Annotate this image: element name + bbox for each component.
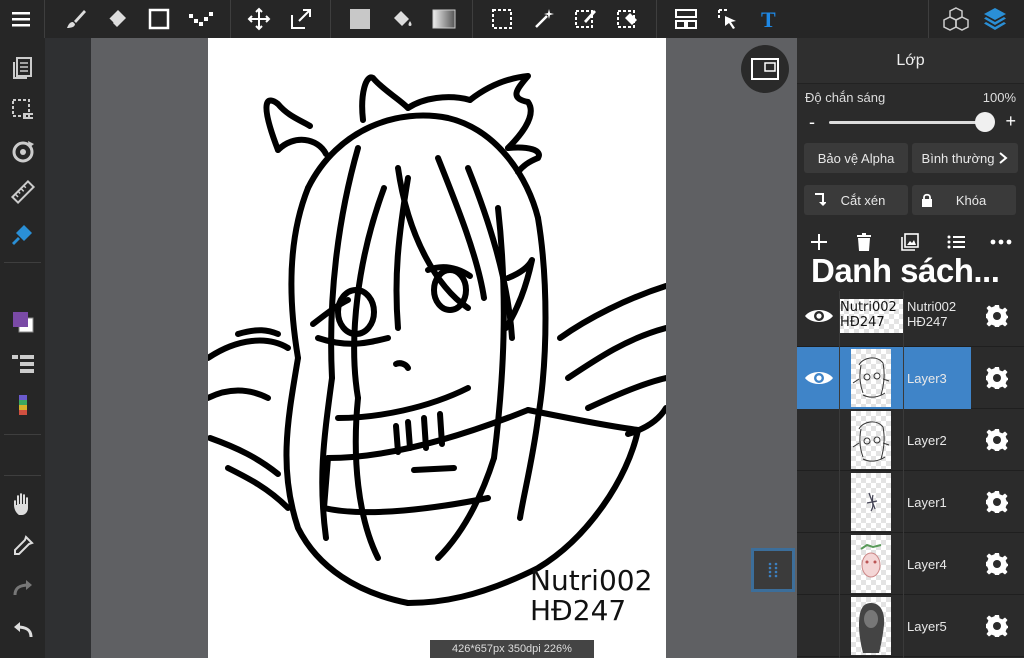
layer-panel: Lớp Độ chắn sáng 100% - + Bảo vệ Alpha B…: [797, 38, 1024, 658]
canvas-status-bar: 426*657px 350dpi 226%: [430, 640, 594, 658]
text-icon[interactable]: T: [751, 0, 789, 38]
opacity-slider-track[interactable]: [829, 121, 991, 124]
svg-text:T: T: [761, 7, 776, 31]
layer-thumbnail: [851, 473, 891, 531]
layout-icon[interactable]: [667, 0, 705, 38]
top-toolbar: T: [0, 0, 1024, 38]
eraser-icon[interactable]: [98, 0, 136, 38]
layer-thumbnail: Nutri002 HĐ247: [839, 299, 903, 333]
layer-name: Layer3: [907, 371, 947, 386]
gear-icon[interactable]: [981, 301, 1013, 331]
color-strip-icon[interactable]: [0, 386, 45, 426]
opacity-decrease-button[interactable]: -: [809, 112, 815, 133]
fill-color-icon[interactable]: [341, 0, 379, 38]
navigator-button[interactable]: [741, 45, 789, 93]
drawing-canvas[interactable]: Nutri002 HĐ247: [208, 38, 666, 658]
layer-name: Layer4: [907, 557, 947, 572]
select-rect-icon[interactable]: [483, 0, 521, 38]
layer-name: Layer5: [907, 619, 947, 634]
left-toolbar: [0, 38, 45, 658]
move-icon[interactable]: [240, 0, 278, 38]
layer-thumbnail: [851, 411, 891, 469]
thumbnail-line1: Nutri002: [840, 300, 897, 315]
dotted-line-icon[interactable]: [182, 0, 220, 38]
hand-icon[interactable]: [0, 484, 45, 524]
alpha-protect-button[interactable]: Bảo vệ Alpha: [804, 143, 908, 173]
pages-icon[interactable]: [0, 48, 45, 88]
magic-wand-icon[interactable]: [525, 0, 563, 38]
undo-icon[interactable]: [0, 610, 45, 650]
layers-icon[interactable]: [976, 0, 1014, 38]
gear-icon[interactable]: [981, 363, 1013, 393]
watermark-line2: HĐ247: [530, 594, 627, 627]
layer-row[interactable]: Layer2: [797, 409, 1024, 471]
clip-button[interactable]: Cắt xén: [804, 185, 908, 215]
layer-row[interactable]: Nutri002 HĐ247 Nutri002 HĐ247: [797, 285, 1024, 347]
rotate-icon[interactable]: [0, 132, 45, 172]
workspace-margin: [45, 38, 91, 658]
select-pen-icon[interactable]: [567, 0, 605, 38]
grid-toggle-button[interactable]: [751, 548, 795, 592]
layer-actions-bar: [797, 230, 1024, 254]
layer-thumbnail: [851, 535, 891, 593]
opacity-label: Độ chắn sáng: [805, 90, 886, 105]
eye-icon[interactable]: [801, 363, 837, 393]
layer-name: Nutri002 HĐ247: [907, 299, 957, 329]
redo-icon[interactable]: [0, 568, 45, 608]
gear-icon[interactable]: [981, 611, 1013, 641]
panel-title: Lớp: [797, 38, 1024, 84]
layer-row[interactable]: Layer1: [797, 471, 1024, 533]
watermark-text: Nutri002 HĐ247: [530, 566, 652, 626]
rectangle-icon[interactable]: [140, 0, 178, 38]
clip-arrow-icon: [815, 193, 826, 206]
transform-icon[interactable]: [282, 0, 320, 38]
navigator-icon: [751, 58, 779, 80]
add-layer-icon[interactable]: [805, 230, 833, 254]
gear-icon[interactable]: [981, 487, 1013, 517]
opacity-slider-handle[interactable]: [975, 112, 995, 132]
menu-icon[interactable]: [2, 0, 40, 38]
trash-icon[interactable]: [850, 230, 878, 254]
fill-tool-icon[interactable]: [0, 214, 45, 254]
layer-thumbnail: [851, 597, 891, 655]
selection-icon[interactable]: [0, 90, 45, 130]
bucket-icon[interactable]: [383, 0, 421, 38]
3d-model-icon[interactable]: [937, 0, 975, 38]
opacity-increase-button[interactable]: +: [1005, 111, 1016, 132]
brush-icon[interactable]: [57, 0, 95, 38]
eye-icon[interactable]: [801, 301, 837, 331]
gear-icon[interactable]: [981, 425, 1013, 455]
more-options-icon[interactable]: [987, 230, 1015, 254]
layer-name: Layer2: [907, 433, 947, 448]
opacity-value: 100%: [982, 90, 1016, 105]
select-arrow-icon[interactable]: [709, 0, 747, 38]
layer-list-icon[interactable]: [0, 344, 45, 384]
layer-row[interactable]: Layer5: [797, 595, 1024, 657]
lock-button[interactable]: Khóa: [912, 185, 1016, 215]
watermark-line1: Nutri002: [530, 564, 653, 597]
ruler-icon[interactable]: [0, 172, 45, 212]
gradient-icon[interactable]: [425, 0, 463, 38]
select-eraser-icon[interactable]: [609, 0, 647, 38]
lock-icon: [922, 193, 932, 207]
thumbnail-line2: HĐ247: [840, 315, 885, 330]
alpha-protect-label: Bảo vệ Alpha: [817, 150, 895, 166]
thumbnail-text: Nutri002 HĐ247: [839, 299, 903, 330]
grid-dots-icon: [768, 562, 778, 578]
layer-thumbnail: [851, 349, 891, 407]
clip-label: Cắt xén: [840, 192, 886, 208]
blend-mode-button[interactable]: Bình thường: [912, 143, 1018, 173]
blend-mode-label: Bình thường: [921, 150, 995, 166]
gear-icon[interactable]: [981, 549, 1013, 579]
layer-name: Layer1: [907, 495, 947, 510]
layer-row-selected[interactable]: Layer3: [797, 347, 1024, 409]
layer-row[interactable]: Layer4: [797, 533, 1024, 595]
color-swatch-icon[interactable]: [0, 302, 45, 342]
eyedropper-icon[interactable]: [0, 526, 45, 566]
chevron-right-icon: [999, 152, 1008, 164]
lock-label: Khóa: [955, 192, 987, 208]
list-icon[interactable]: [942, 230, 970, 254]
image-layer-icon[interactable]: [896, 230, 924, 254]
